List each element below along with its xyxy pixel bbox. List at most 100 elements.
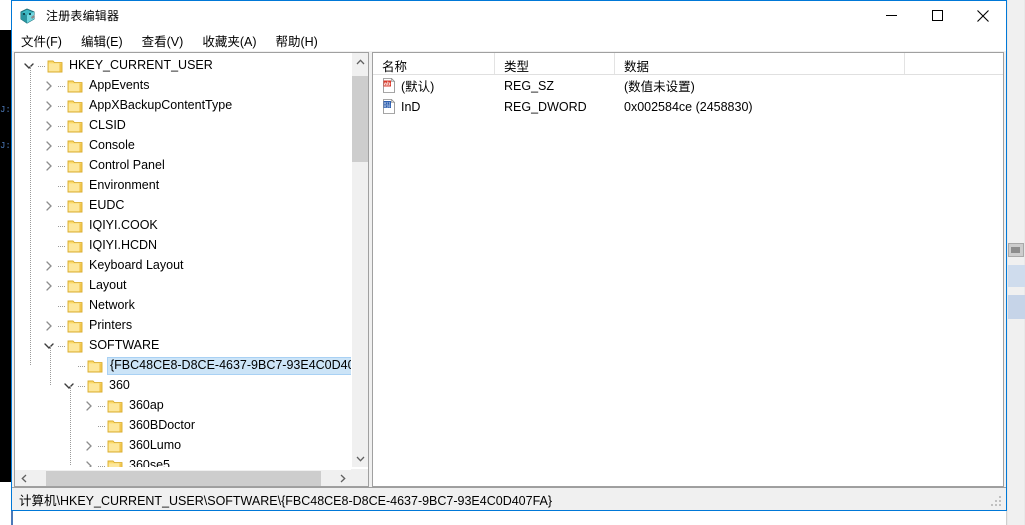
column-header-name[interactable]: 名称: [373, 53, 495, 74]
chevron-right-icon[interactable]: [81, 398, 97, 414]
tree-node-label: IQIYI.HCDN: [89, 238, 158, 252]
tree-node-label: AppXBackupContentType: [89, 98, 233, 112]
chevron-right-icon[interactable]: [41, 318, 57, 334]
value-type: REG_DWORD: [504, 99, 587, 114]
scroll-left-button[interactable]: [15, 470, 32, 487]
tree-node[interactable]: SOFTWARE: [15, 336, 351, 356]
tree-node[interactable]: AppEvents: [15, 76, 351, 96]
value-data: 0x002584ce (2458830): [624, 99, 753, 114]
folder-icon: [67, 279, 83, 293]
chevron-right-icon[interactable]: [41, 138, 57, 154]
maximize-button[interactable]: [914, 1, 960, 30]
tree-node-label: Environment: [89, 178, 160, 192]
values-list[interactable]: ab (默认) REG_SZ (数值未设置) 011 010 InD REG_DWORD 0x0…: [373, 75, 1003, 117]
chevron-up-icon: [356, 58, 365, 64]
tree-node-label: HKEY_CURRENT_USER: [69, 58, 213, 72]
tree-horizontal-scrollbar[interactable]: [15, 469, 351, 486]
tree-node-label: Keyboard Layout: [89, 258, 184, 272]
tree-node[interactable]: Environment: [15, 176, 351, 196]
chevron-down-icon[interactable]: [61, 378, 77, 394]
value-name-cell: 011 010 InD: [373, 99, 495, 114]
value-type: REG_SZ: [504, 78, 555, 93]
resize-grip[interactable]: [991, 496, 1003, 508]
chevron-right-icon[interactable]: [41, 258, 57, 274]
tree-node[interactable]: AppXBackupContentType: [15, 96, 351, 116]
status-path: 计算机\HKEY_CURRENT_USER\SOFTWARE\{FBC48CE8…: [19, 493, 553, 508]
chevron-right-icon[interactable]: [41, 78, 57, 94]
tree-connector: [97, 418, 107, 434]
scroll-up-button[interactable]: [352, 53, 368, 70]
registry-tree-pane: HKEY_CURRENT_USER AppEvents AppXBackupCont…: [14, 52, 369, 487]
tree-node[interactable]: Keyboard Layout: [15, 256, 351, 276]
chevron-down-icon[interactable]: [41, 338, 57, 354]
menu-item-file[interactable]: 文件(F): [21, 31, 70, 50]
chevron-right-icon[interactable]: [41, 118, 57, 134]
minimize-button[interactable]: [868, 1, 914, 30]
tree-node[interactable]: EUDC: [15, 196, 351, 216]
value-row[interactable]: ab (默认) REG_SZ (数值未设置): [373, 75, 1003, 96]
tree-connector: [97, 458, 107, 467]
menu-item-favorites[interactable]: 收藏夹(A): [202, 31, 264, 50]
column-header-data[interactable]: 数据: [615, 53, 905, 74]
folder-icon: [107, 459, 123, 467]
column-header-type[interactable]: 类型: [495, 53, 615, 74]
registry-editor-window: 注册表编辑器 文件(F) 编辑(E) 查看(V) 收藏夹(A) 帮助(H) HK…: [11, 0, 1007, 511]
folder-icon: [67, 339, 83, 353]
folder-icon: [67, 159, 83, 173]
tree-connector: [57, 278, 67, 294]
tree-connector: [57, 158, 67, 174]
tree-node-label: 360ap: [129, 398, 164, 412]
tree-node[interactable]: HKEY_CURRENT_USER: [15, 56, 351, 76]
chevron-right-icon[interactable]: [81, 458, 97, 467]
tree-horizontal-scrollbar-thumb[interactable]: [46, 471, 321, 486]
tree-node[interactable]: Console: [15, 136, 351, 156]
menu-item-edit[interactable]: 编辑(E): [81, 31, 131, 50]
folder-icon: [47, 59, 63, 73]
background-right-highlight-1: [1008, 265, 1025, 287]
tree-node[interactable]: {FBC48CE8-D8CE-4637-9BC7-93E4C0D407FA}: [15, 356, 351, 376]
chevron-right-icon[interactable]: [41, 198, 57, 214]
tree-connector: [57, 298, 67, 314]
tree-node[interactable]: IQIYI.HCDN: [15, 236, 351, 256]
chevron-right-icon[interactable]: [41, 98, 57, 114]
tree-node[interactable]: 360Lumo: [15, 436, 351, 456]
value-row[interactable]: 011 010 InD REG_DWORD 0x002584ce (2458830): [373, 96, 1003, 117]
tree-node[interactable]: Network: [15, 296, 351, 316]
column-header-extra[interactable]: [905, 53, 1003, 74]
tree-node[interactable]: Control Panel: [15, 156, 351, 176]
chevron-down-icon: [356, 456, 365, 462]
folder-icon: [67, 179, 83, 193]
chevron-right-icon[interactable]: [41, 158, 57, 174]
tree-node-label: Control Panel: [89, 158, 165, 172]
tree-node-spacer: [41, 178, 57, 194]
folder-icon: [107, 399, 123, 413]
tree-node[interactable]: 360se5: [15, 456, 351, 467]
dword-value-icon: 011 010: [382, 99, 396, 114]
tree-node-spacer: [41, 238, 57, 254]
tree-node-label: 360: [109, 378, 130, 392]
tree-node[interactable]: 360: [15, 376, 351, 396]
tree-connector: [57, 318, 67, 334]
background-left-marks: J: J:: [0, 105, 11, 151]
chevron-right-icon[interactable]: [41, 278, 57, 294]
maximize-icon: [931, 10, 943, 21]
menu-item-view[interactable]: 查看(V): [142, 31, 192, 50]
tree-node[interactable]: IQIYI.COOK: [15, 216, 351, 236]
close-button[interactable]: [960, 1, 1006, 30]
tree-node[interactable]: Layout: [15, 276, 351, 296]
close-icon: [977, 9, 989, 22]
scroll-right-button[interactable]: [334, 470, 351, 486]
tree-node-spacer: [41, 298, 57, 314]
tree-node[interactable]: Printers: [15, 316, 351, 336]
tree-vertical-scrollbar[interactable]: [351, 53, 368, 467]
tree-node-label: SOFTWARE: [89, 338, 160, 352]
tree-vertical-scrollbar-thumb[interactable]: [352, 76, 368, 162]
chevron-right-icon[interactable]: [81, 438, 97, 454]
tree-node[interactable]: 360BDoctor: [15, 416, 351, 436]
menu-item-help[interactable]: 帮助(H): [275, 31, 325, 50]
scroll-down-button[interactable]: [352, 450, 368, 467]
tree-node[interactable]: CLSID: [15, 116, 351, 136]
tree-node[interactable]: 360ap: [15, 396, 351, 416]
chevron-down-icon[interactable]: [21, 58, 37, 74]
registry-tree[interactable]: HKEY_CURRENT_USER AppEvents AppXBackupCont…: [15, 53, 351, 467]
